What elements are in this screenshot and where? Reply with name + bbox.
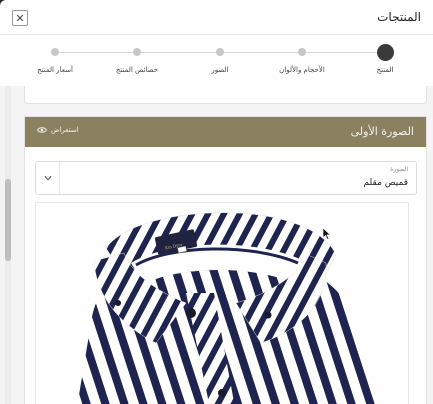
eye-icon: [37, 127, 47, 133]
select-caption: الصورة: [390, 166, 408, 173]
previous-card: [24, 86, 427, 104]
step-label: المنتج: [376, 66, 394, 74]
step-dot: [133, 48, 141, 56]
image-card: الصورة الأولى استعراض الصورة قميص مقلم K…: [24, 116, 427, 404]
stepper: المنتج الأحجام والألوان الصور خصائص المن…: [0, 36, 433, 84]
step-product[interactable]: المنتج: [345, 36, 425, 74]
scrollbar-thumb[interactable]: [5, 179, 11, 261]
step-properties[interactable]: خصائص المنتج: [97, 36, 177, 74]
preview-label: استعراض: [51, 126, 79, 134]
step-dot-active: [376, 44, 394, 61]
close-button[interactable]: ✕: [12, 10, 28, 26]
step-dot: [298, 48, 306, 56]
step-label: الأحجام والألوان: [279, 66, 325, 74]
step-label: الصور: [211, 66, 229, 74]
modal-title: المنتجات: [377, 10, 421, 24]
step-dot: [51, 48, 59, 56]
chevron-down-icon: [43, 176, 52, 181]
striped-shirt-image: Kin Dyer: [77, 212, 379, 404]
scrollbar[interactable]: [5, 86, 11, 404]
products-modal: ✕ المنتجات المنتج الأحجام والألوان الصور…: [0, 0, 433, 404]
close-icon[interactable]: ✕: [15, 13, 24, 24]
product-image: Kin Dyer: [35, 202, 409, 404]
preview-button[interactable]: استعراض: [37, 126, 79, 134]
step-sizes-colors[interactable]: الأحجام والألوان: [262, 36, 342, 74]
step-dot: [216, 48, 224, 56]
modal-header: ✕ المنتجات: [0, 0, 433, 35]
step-images[interactable]: الصور: [180, 36, 260, 74]
modal-content: الصورة الأولى استعراض الصورة قميص مقلم K…: [0, 86, 433, 404]
select-arrow[interactable]: [36, 162, 60, 194]
select-value: قميص مقلم: [363, 178, 408, 188]
image-select[interactable]: الصورة قميص مقلم: [35, 161, 417, 195]
step-label: أسعار المنتج: [37, 66, 73, 74]
card-header: الصورة الأولى استعراض: [25, 117, 426, 147]
step-label: خصائص المنتج: [115, 66, 159, 74]
mouse-cursor-icon: [322, 227, 332, 240]
card-title: الصورة الأولى: [350, 125, 414, 138]
step-prices[interactable]: أسعار المنتج: [15, 36, 95, 74]
